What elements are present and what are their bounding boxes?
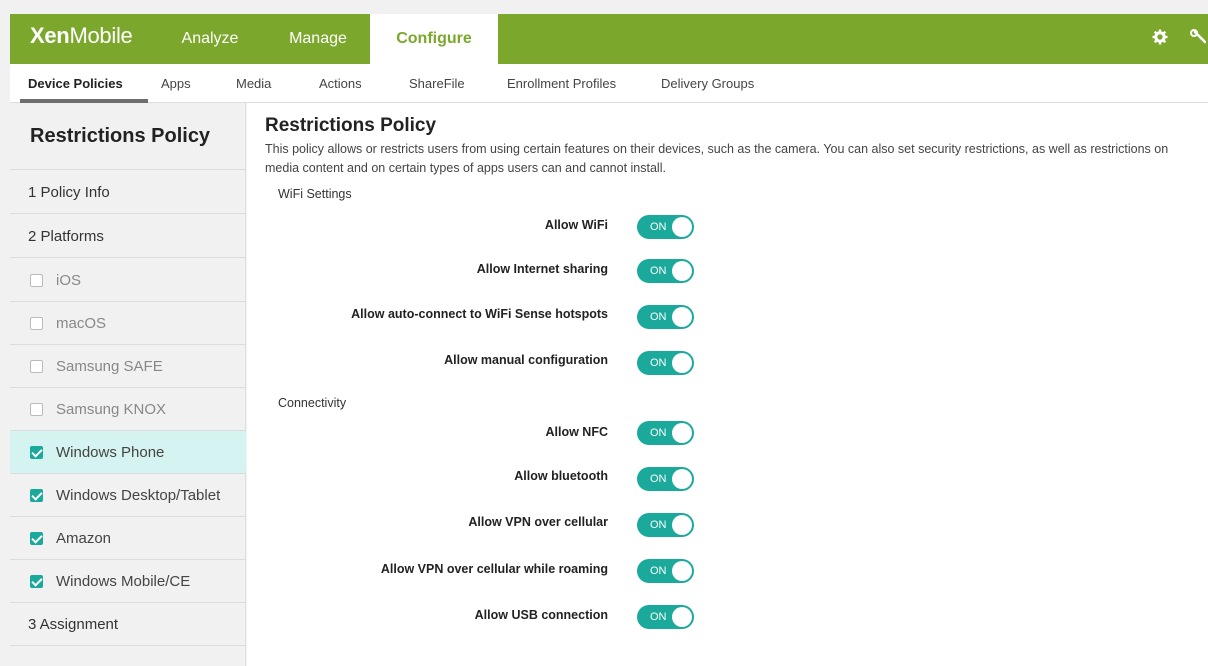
platform-macos[interactable]: macOS [10, 302, 246, 345]
toggle-allow-manual-configuration[interactable]: ON [637, 351, 694, 375]
platform-windows-mobile-ce[interactable]: Windows Mobile/CE [10, 560, 246, 603]
policy-description: This policy allows or restricts users fr… [265, 142, 1169, 175]
setting-label: Allow manual configuration [444, 353, 608, 367]
setting-label: Allow Internet sharing [476, 262, 608, 276]
toggle-allow-wifi[interactable]: ON [637, 215, 694, 239]
subnav-enrollment-profiles[interactable]: Enrollment Profiles [507, 64, 616, 103]
checkbox-checked[interactable] [30, 488, 43, 502]
section-heading-wifi: WiFi Settings [278, 187, 352, 201]
toggle-allow-wifi-sense-hotspots[interactable]: ON [637, 305, 694, 329]
checkbox[interactable] [30, 359, 43, 373]
checkbox[interactable] [30, 402, 43, 416]
setting-label: Allow USB connection [474, 608, 608, 622]
setting-label: Allow bluetooth [514, 469, 608, 483]
tab-manage[interactable]: Manage [268, 14, 368, 64]
subnav-delivery-groups[interactable]: Delivery Groups [661, 64, 754, 103]
setting-label: Allow WiFi [544, 218, 608, 232]
toggle-allow-vpn-cellular-roaming[interactable]: ON [637, 559, 694, 583]
subnav-apps[interactable]: Apps [161, 64, 191, 103]
policy-form: Restrictions Policy This policy allows o… [247, 103, 1208, 666]
checkbox-checked[interactable] [30, 445, 43, 459]
platform-amazon[interactable]: Amazon [10, 517, 246, 560]
section-heading-connectivity: Connectivity [278, 396, 347, 410]
platform-ios[interactable]: iOS [10, 259, 246, 302]
subnav-device-policies[interactable]: Device Policies [28, 64, 123, 103]
sub-navigation: Device Policies Apps Media Actions Share… [10, 64, 1208, 103]
platform-windows-desktop-tablet[interactable]: Windows Desktop/Tablet [10, 474, 246, 517]
toggle-allow-vpn-cellular[interactable]: ON [637, 513, 694, 537]
setting-label: Allow auto-connect to WiFi Sense hotspot… [351, 307, 608, 321]
setting-label: Allow NFC [545, 425, 609, 439]
xenmobile-logo[interactable]: XenMobile [30, 23, 133, 49]
gear-icon[interactable] [1150, 29, 1170, 49]
setting-label: Allow VPN over cellular [468, 515, 608, 529]
subnav-sharefile[interactable]: ShareFile [409, 64, 465, 103]
step-assignment[interactable]: 3 Assignment [10, 603, 246, 646]
step-policy-info[interactable]: 1 Policy Info [10, 171, 246, 214]
checkbox-checked[interactable] [30, 574, 43, 588]
toggle-allow-nfc[interactable]: ON [637, 421, 694, 445]
toggle-allow-usb-connection[interactable]: ON [637, 605, 694, 629]
page-title: Restrictions Policy [265, 115, 437, 136]
setting-label: Allow VPN over cellular while roaming [380, 562, 608, 576]
tab-configure[interactable]: Configure [370, 14, 498, 64]
tab-analyze[interactable]: Analyze [160, 14, 260, 64]
platform-windows-phone[interactable]: Windows Phone [10, 431, 246, 474]
sidebar-title: Restrictions Policy [10, 103, 246, 170]
policy-steps-sidebar: Restrictions Policy 1 Policy Info 2 Plat… [10, 103, 246, 666]
checkbox-checked[interactable] [30, 531, 43, 545]
toggle-allow-internet-sharing[interactable]: ON [637, 259, 694, 283]
subnav-media[interactable]: Media [236, 64, 271, 103]
toggle-allow-bluetooth[interactable]: ON [637, 467, 694, 491]
platform-samsung-safe[interactable]: Samsung SAFE [10, 345, 246, 388]
platform-samsung-knox[interactable]: Samsung KNOX [10, 388, 246, 431]
wrench-icon[interactable] [1188, 29, 1208, 49]
checkbox[interactable] [30, 273, 43, 287]
checkbox[interactable] [30, 316, 43, 330]
top-navigation-bar: XenMobile Analyze Manage Configure [10, 14, 1208, 64]
step-platforms[interactable]: 2 Platforms [10, 215, 246, 258]
subnav-actions[interactable]: Actions [319, 64, 362, 103]
